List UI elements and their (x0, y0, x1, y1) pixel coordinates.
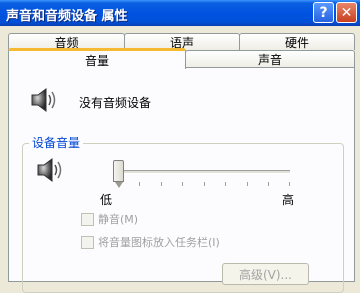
device-volume-title: 设备音量 (29, 134, 84, 151)
speaker-icon (37, 158, 62, 182)
close-button[interactable]: ✕ (336, 2, 357, 23)
mute-checkbox-row[interactable]: 静音(M) (81, 211, 138, 227)
title-bar[interactable]: 声音和音频设备 属性 ? ✕ (0, 0, 360, 26)
tray-icon-checkbox[interactable] (81, 235, 94, 249)
volume-slider-track[interactable] (118, 170, 290, 174)
slider-tick (268, 182, 269, 186)
window-title: 声音和音频设备 属性 (6, 9, 128, 24)
advanced-button[interactable]: 高级(V)... (222, 263, 309, 285)
mute-checkbox[interactable] (81, 212, 94, 226)
slider-tick (182, 182, 183, 186)
tab-sounds[interactable]: 声音 (185, 50, 355, 68)
help-icon: ? (319, 4, 328, 21)
mute-label: 静音(M) (98, 213, 139, 226)
help-button[interactable]: ? (313, 2, 334, 23)
tab-volume[interactable]: 音量 (8, 48, 186, 69)
slider-tick (225, 182, 226, 186)
device-status-text: 没有音频设备 (79, 96, 152, 110)
slider-low-label: 低 (100, 193, 113, 207)
close-icon: ✕ (340, 4, 353, 21)
slider-tick (204, 182, 205, 186)
slider-tick (289, 182, 290, 186)
slider-tick (139, 182, 140, 186)
volume-slider-thumb[interactable] (113, 160, 124, 188)
slider-tick (161, 182, 162, 186)
properties-window: 声音和音频设备 属性 ? ✕ 音频 语声 硬件 声音 音量 没有音频设备 设备音… (0, 0, 360, 293)
slider-high-label: 高 (282, 193, 295, 207)
tab-hardware[interactable]: 硬件 (239, 33, 355, 50)
tray-icon-checkbox-row[interactable]: 将音量图标放入任务栏(I) (81, 234, 220, 250)
speaker-icon (31, 88, 56, 112)
tray-icon-label: 将音量图标放入任务栏(I) (98, 236, 220, 249)
slider-tick (247, 182, 248, 186)
